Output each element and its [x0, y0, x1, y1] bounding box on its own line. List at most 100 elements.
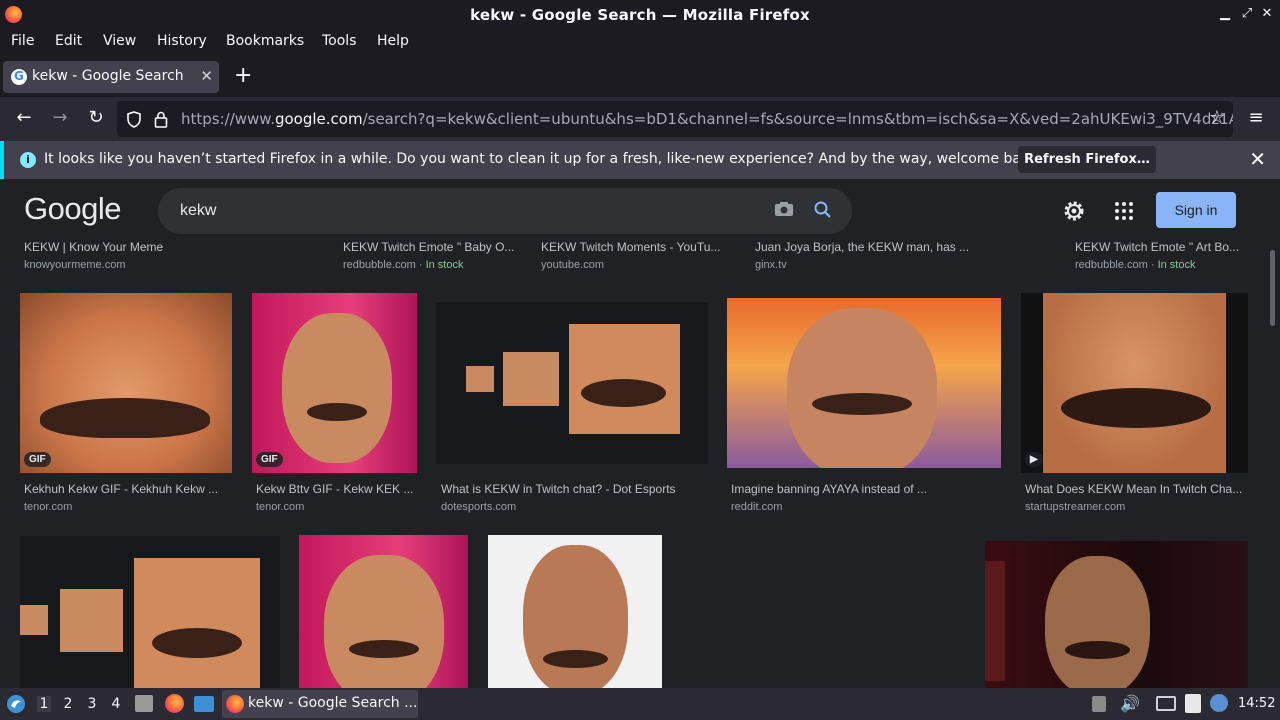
- large-face-shape: [569, 324, 680, 434]
- image-thumbnail[interactable]: [436, 302, 708, 464]
- small-face-shape: [466, 366, 494, 392]
- result-source[interactable]: ginx.tv: [755, 259, 787, 271]
- result-source[interactable]: redbubble.com · In stock: [343, 259, 463, 271]
- result-source[interactable]: knowyourmeme.com: [24, 259, 125, 271]
- result-source[interactable]: youtube.com: [541, 259, 604, 271]
- settings-gear-icon[interactable]: [1062, 199, 1086, 223]
- result-source-domain: redbubble.com: [1075, 259, 1148, 271]
- menu-tools[interactable]: Tools: [322, 33, 357, 49]
- minimize-icon[interactable]: ▁: [1216, 4, 1234, 24]
- result-source[interactable]: redbubble.com · In stock: [1075, 259, 1195, 271]
- tab-close-icon[interactable]: ✕: [200, 67, 213, 85]
- apps-grid-icon[interactable]: [1114, 201, 1134, 221]
- result-caption[interactable]: Juan Joya Borja, the KEKW man, has ...: [755, 240, 969, 254]
- workspace-3[interactable]: 3: [85, 696, 99, 712]
- image-thumbnail[interactable]: [727, 298, 1001, 468]
- taskbar-firefox-window[interactable]: kekw - Google Search ...: [222, 690, 418, 718]
- new-tab-icon[interactable]: +: [234, 63, 252, 88]
- tab-google-search[interactable]: kekw - Google Search ✕: [3, 61, 219, 93]
- shield-icon[interactable]: [126, 111, 142, 128]
- face-shape: [787, 308, 937, 468]
- image-thumbnail[interactable]: ▶: [1021, 293, 1248, 473]
- result-caption[interactable]: Imagine banning AYAYA instead of ...: [731, 482, 927, 496]
- large-face-shape: [134, 558, 260, 688]
- menu-bookmarks[interactable]: Bookmarks: [226, 33, 304, 49]
- search-box: [158, 188, 852, 234]
- search-icon[interactable]: [813, 200, 833, 220]
- close-window-icon[interactable]: ✕: [1258, 4, 1276, 24]
- face-shape: [1043, 293, 1226, 473]
- result-caption[interactable]: What Does KEKW Mean In Twitch Cha...: [1025, 482, 1242, 496]
- result-source[interactable]: dotesports.com: [441, 501, 516, 513]
- camera-icon[interactable]: [774, 201, 794, 217]
- clipboard-icon[interactable]: [1185, 694, 1201, 713]
- menu-help[interactable]: Help: [377, 33, 409, 49]
- maximize-icon[interactable]: ⤢: [1238, 4, 1256, 24]
- refresh-firefox-button[interactable]: Refresh Firefox…: [1018, 146, 1156, 173]
- screen-icon[interactable]: [1156, 696, 1176, 711]
- mustache-shape: [307, 403, 367, 421]
- gif-badge: GIF: [24, 452, 51, 467]
- info-icon: i: [20, 152, 36, 168]
- reload-icon[interactable]: ↻: [85, 107, 107, 128]
- tray-arrow-icon[interactable]: [1092, 696, 1106, 712]
- result-caption[interactable]: KEKW Twitch Emote " Baby O...: [343, 240, 514, 254]
- volume-icon[interactable]: 🔊: [1120, 694, 1140, 713]
- firefox-launcher-icon[interactable]: [165, 694, 184, 713]
- workspace-2[interactable]: 2: [61, 696, 75, 712]
- image-thumbnail[interactable]: [985, 541, 1248, 688]
- image-thumbnail[interactable]: [488, 535, 662, 688]
- result-source-domain: ginx.tv: [755, 259, 787, 271]
- back-icon[interactable]: ←: [13, 107, 35, 128]
- image-thumbnail[interactable]: [20, 536, 280, 688]
- image-thumbnail[interactable]: GIF: [252, 293, 417, 473]
- result-caption[interactable]: KEKW | Know Your Meme: [24, 240, 163, 254]
- file-manager-icon[interactable]: [135, 695, 153, 712]
- hamburger-menu-icon[interactable]: ≡: [1245, 107, 1267, 128]
- workspace-4[interactable]: 4: [109, 696, 123, 712]
- network-icon[interactable]: [1210, 694, 1228, 712]
- play-badge: ▶: [1025, 452, 1043, 467]
- result-caption[interactable]: KEKW Twitch Moments - YouTu...: [541, 240, 720, 254]
- menu-edit[interactable]: Edit: [55, 33, 82, 49]
- gif-badge: GIF: [256, 452, 283, 467]
- forward-icon[interactable]: →: [49, 107, 71, 128]
- result-source[interactable]: tenor.com: [24, 501, 72, 513]
- desktop-icon[interactable]: [194, 696, 214, 712]
- sign-in-button[interactable]: Sign in: [1156, 192, 1236, 228]
- search-input[interactable]: [180, 199, 740, 223]
- result-source[interactable]: reddit.com: [731, 501, 782, 513]
- result-source[interactable]: startupstreamer.com: [1025, 501, 1125, 513]
- result-caption[interactable]: KEKW Twitch Emote " Art Bo...: [1075, 240, 1239, 254]
- image-thumbnail[interactable]: GIF: [20, 293, 232, 473]
- result-caption[interactable]: Kekhuh Kekw GIF - Kekhuh Kekw ...: [24, 482, 218, 496]
- notification-close-icon[interactable]: ✕: [1249, 147, 1266, 171]
- medium-face-shape: [60, 589, 123, 652]
- firefox-task-icon: [226, 695, 244, 713]
- refresh-notification-bar: i It looks like you haven’t started Fire…: [0, 141, 1280, 179]
- page-scrollbar[interactable]: [1270, 250, 1275, 326]
- menu-history[interactable]: History: [157, 33, 207, 49]
- menu-file[interactable]: File: [11, 33, 34, 49]
- face-shape: [324, 555, 444, 688]
- navigation-bar: ← → ↻ https://www.google.com/search?q=ke…: [0, 97, 1280, 141]
- image-results: KEKW | Know Your Meme knowyourmeme.com K…: [0, 239, 1280, 688]
- result-caption[interactable]: Kekw Bttv GIF - Kekw KEK ...: [256, 482, 413, 496]
- url-bar[interactable]: https://www.google.com/search?q=kekw&cli…: [117, 101, 1233, 137]
- mustache-shape: [349, 640, 419, 658]
- task-label: kekw - Google Search ...: [248, 695, 418, 711]
- start-menu-icon[interactable]: [6, 694, 26, 714]
- mustache-shape: [543, 650, 608, 668]
- menu-view[interactable]: View: [103, 33, 136, 49]
- bookmark-star-icon[interactable]: ☆: [1206, 107, 1228, 128]
- clock: 14:52: [1238, 696, 1276, 711]
- mustache-shape: [40, 398, 210, 438]
- result-source[interactable]: tenor.com: [256, 501, 304, 513]
- lock-icon[interactable]: [154, 111, 168, 128]
- workspace-1[interactable]: 1: [37, 696, 51, 712]
- google-logo[interactable]: Google: [24, 191, 121, 227]
- image-thumbnail[interactable]: [299, 535, 468, 688]
- mustache-shape: [812, 393, 912, 415]
- in-stock-label: In stock: [425, 259, 464, 271]
- result-caption[interactable]: What is KEKW in Twitch chat? - Dot Espor…: [441, 482, 676, 496]
